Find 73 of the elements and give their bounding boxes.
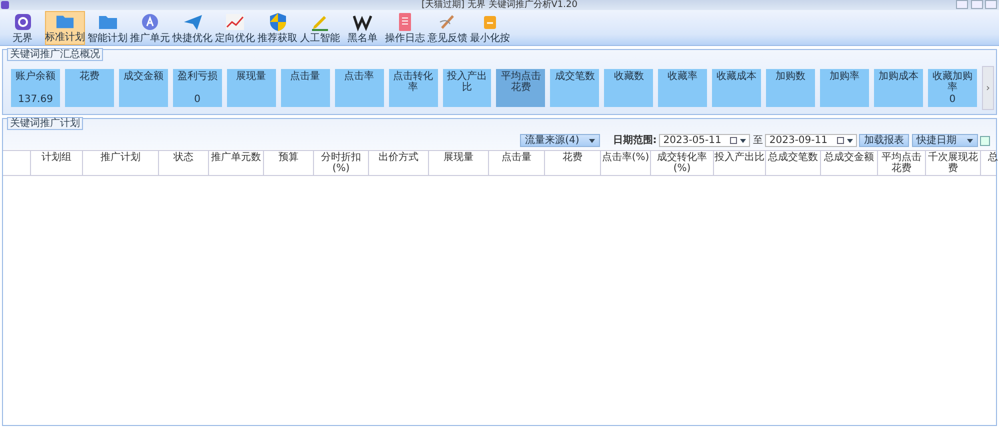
calendar-icon [730,137,738,144]
date-field[interactable]: 2023-09-11 [765,134,856,147]
column-header: 出价方式 [369,151,429,175]
date-field[interactable]: 2023-05-11 [659,134,750,147]
column-header: 投入产出比 [714,151,766,175]
toolbar-button[interactable]: 快捷优化 [172,11,212,45]
export-icon [980,136,990,146]
column-header: 总成交金额 [821,151,878,175]
column-header: 展现量 [429,151,489,175]
column-header: 成交转化率(%) [651,151,714,175]
metric-label: 成交笔数 [554,71,595,82]
date-label: 日期范围: [612,134,657,148]
column-header: 点击量 [489,151,545,175]
column-header: 推广计划 [83,151,159,175]
toolbar-button[interactable]: 操作日志 [385,11,425,45]
column-header: 分时折扣(%) [314,151,369,175]
calendar-icon [836,137,844,144]
column-header: 平均点击花费 [878,151,926,175]
scroll-right-button[interactable]: › [982,66,994,110]
column-header: 千次展现花费 [926,151,981,175]
caret-icon [846,138,852,142]
app-icon [1,1,9,9]
column-header: 状态 [159,151,209,175]
metric-label: 加购成本 [878,71,918,82]
metric-label: 花费 [79,71,100,82]
date-separator: 至 [752,134,763,148]
metric-label: 加购数 [776,71,806,82]
group-title: 关键词推广计划 [7,117,83,130]
toolbar-button[interactable]: 无界 [2,11,42,45]
metric-value: 137.69 [18,94,53,105]
column-header: 总 [981,151,999,175]
toolbar-button[interactable]: 人工智能 [300,11,340,45]
group-title: 关键词推广汇总概况 [7,48,103,61]
toolbar-button[interactable]: 推广单元 [130,11,170,45]
toolbar-button[interactable]: 最小化按 [470,11,510,45]
column-header: 点击率(%) [601,151,651,175]
line-chart-icon [225,12,245,32]
caret-icon [966,138,972,142]
toolbar-button[interactable]: 智能计划 [88,11,128,45]
column-header: 总成交笔数 [766,151,821,175]
column-header: 花费 [545,151,601,175]
metric-label: 加购率 [830,71,860,82]
metric-label: 收藏加购率 [931,71,974,93]
metric-label: 展现量 [236,71,266,82]
metric-label: 点击转化率 [392,71,434,93]
caret-icon [589,138,596,142]
load-report-button[interactable]: 加载报表 [859,134,909,147]
caret-icon [740,138,746,142]
metric-label: 收藏成本 [716,71,757,82]
metric-label: 平均点击花费 [500,71,542,93]
metric-label: 收藏数 [614,71,644,82]
dropdown[interactable]: 快捷日期 [912,134,978,147]
metric-label: 成交金额 [123,71,164,82]
toolbar-button[interactable]: 黑名单 [342,11,382,45]
toolbar-button[interactable]: 标准计划 [45,11,85,45]
column-header: 推广单元数 [209,151,264,175]
toolbar-button[interactable]: 定向优化 [215,11,255,45]
metric-label: 收藏率 [668,71,698,82]
column-header: 预算 [264,151,314,175]
toolbar-button[interactable]: 推荐获取 [258,11,298,45]
metric-label: 盈利亏损 [177,71,218,82]
dropdown[interactable]: 流量来源(4) [520,134,600,147]
toolbar-button[interactable]: 意见反馈 [428,11,468,45]
metric-label: 点击量 [290,71,320,82]
column-header: 计划组 [31,151,83,175]
shield-icon [268,12,288,32]
paper-plane-icon [182,12,202,32]
letter-a-icon [140,12,160,32]
metric-value: 0 [949,94,956,105]
metric-label: 点击率 [344,71,374,82]
metric-label: 投入产出比 [446,71,488,93]
metric-label: 账户余额 [15,71,56,82]
metric-value: 0 [194,94,200,105]
